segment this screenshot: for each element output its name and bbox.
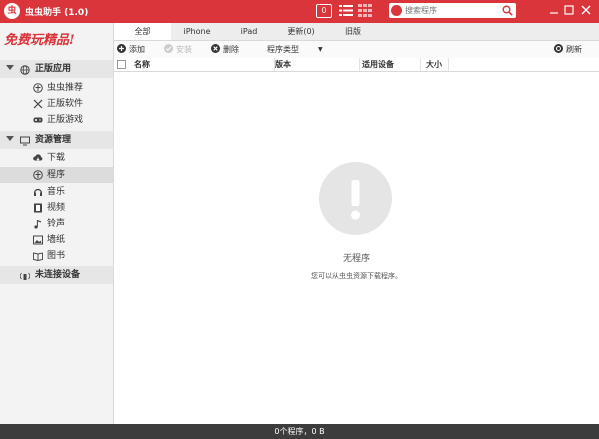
search-input[interactable]: [405, 4, 497, 16]
column-version[interactable]: 版本: [275, 58, 360, 71]
program-type-label: 程序类型: [267, 45, 299, 54]
empty-state-title: 无程序: [342, 254, 370, 264]
book-icon: [33, 251, 43, 261]
sidebar-item-ringtones[interactable]: 铃声: [0, 216, 113, 232]
add-button[interactable]: 添加: [117, 43, 145, 56]
list-view-icon[interactable]: [339, 4, 353, 17]
headphones-icon: [33, 187, 43, 197]
device-disconnected-icon: [19, 270, 31, 280]
table-header: 名称 版本 适用设备 大小: [114, 58, 599, 72]
tab-ipad[interactable]: iPad: [223, 23, 275, 40]
music-note-icon: [33, 219, 43, 229]
delete-x-icon: [211, 44, 220, 53]
plus-icon: [117, 44, 126, 53]
install-button[interactable]: 安装: [164, 43, 192, 56]
title-bar: 虫 虫虫助手 (1.0) 0: [0, 0, 599, 23]
picture-icon: [33, 235, 43, 245]
sidebar-item-label: 正版游戏: [47, 115, 84, 125]
sidebar-group-resources[interactable]: 资源管理: [0, 131, 113, 149]
sidebar-item-official-software[interactable]: 正版软件: [0, 96, 113, 112]
sidebar-item-label: 虫虫推荐: [47, 83, 84, 93]
tab-old-versions[interactable]: 旧版: [327, 23, 379, 40]
install-label: 安装: [176, 45, 192, 54]
sidebar-item-label: 正版软件: [47, 99, 84, 109]
sidebar-item-recommend[interactable]: 虫虫推荐: [0, 80, 113, 96]
sidebar-item-official-games[interactable]: 正版游戏: [0, 112, 113, 128]
delete-label: 删除: [223, 45, 239, 54]
sidebar-item-music[interactable]: 音乐: [0, 184, 113, 200]
sidebar-item-label: 程序: [47, 170, 66, 180]
tab-all[interactable]: 全部: [114, 23, 171, 40]
sidebar: 免费玩精品! 正版应用 虫虫推荐 正版软件 正版游戏 资源管理 下载 程序 音乐: [0, 23, 114, 424]
globe-icon: [20, 64, 30, 75]
sidebar-item-label: 铃声: [47, 219, 66, 229]
column-size[interactable]: 大小: [426, 58, 449, 71]
toolbar: 添加 安装 删除 程序类型 ▼ 刷新: [114, 41, 599, 58]
collapse-caret-icon: [6, 65, 14, 70]
tab-bar: 全部 iPhone iPad 更新(0) 旧版: [114, 23, 599, 41]
cloud-download-icon: [33, 153, 43, 163]
sidebar-item-wallpapers[interactable]: 墙纸: [0, 232, 113, 248]
tab-updates[interactable]: 更新(0): [275, 23, 327, 40]
empty-state-icon: [319, 162, 392, 235]
film-icon: [33, 203, 43, 213]
app-title: 虫虫助手 (1.0): [25, 8, 89, 18]
gamepad-icon: [33, 115, 43, 125]
close-icon[interactable]: [579, 3, 593, 17]
chongchong-logo-icon: [33, 83, 43, 93]
refresh-icon: [554, 44, 563, 53]
empty-state-subtitle: 您可以从虫虫资源下载程序。: [311, 272, 402, 280]
app-logo: 虫: [4, 3, 20, 19]
refresh-label: 刷新: [566, 45, 582, 54]
sidebar-item-books[interactable]: 图书: [0, 248, 113, 264]
tab-iphone[interactable]: iPhone: [171, 23, 223, 40]
sidebar-group-label: 资源管理: [35, 135, 72, 145]
refresh-button[interactable]: 刷新: [554, 43, 582, 56]
mail-badge[interactable]: 0: [316, 4, 332, 18]
minimize-icon[interactable]: [547, 3, 561, 17]
column-name[interactable]: 名称: [132, 58, 275, 71]
collapse-caret-icon: [6, 136, 14, 141]
chevron-down-icon: ▼: [318, 46, 323, 53]
delete-button[interactable]: 删除: [211, 43, 239, 56]
sidebar-item-programs[interactable]: 程序: [0, 167, 113, 183]
grid-view-icon[interactable]: [358, 4, 372, 17]
sidebar-item-downloads[interactable]: 下载: [0, 150, 113, 166]
add-label: 添加: [129, 45, 145, 54]
sidebar-item-label: 下载: [47, 153, 66, 163]
sidebar-group-label: 正版应用: [35, 64, 72, 74]
program-type-dropdown[interactable]: 程序类型 ▼: [267, 43, 325, 56]
promo-banner[interactable]: 免费玩精品!: [4, 29, 75, 48]
sidebar-group-official-apps[interactable]: 正版应用: [0, 60, 113, 78]
search-logo-icon: [391, 5, 402, 16]
sidebar-group-label: 未连接设备: [35, 270, 81, 280]
tools-icon: [33, 99, 43, 109]
maximize-icon[interactable]: [562, 3, 576, 17]
check-icon: [164, 44, 173, 53]
chongchong-logo-icon: [33, 170, 43, 180]
sidebar-item-label: 图书: [47, 251, 66, 261]
monitor-icon: [20, 135, 30, 146]
sidebar-item-label: 视频: [47, 203, 66, 213]
sidebar-item-label: 墙纸: [47, 235, 66, 245]
search-icon[interactable]: [502, 5, 513, 16]
search-box: [389, 3, 516, 18]
column-device[interactable]: 适用设备: [362, 58, 421, 71]
sidebar-group-device[interactable]: 未连接设备: [0, 266, 113, 284]
sidebar-item-videos[interactable]: 视频: [0, 200, 113, 216]
select-all-checkbox[interactable]: [117, 60, 126, 69]
sidebar-item-label: 音乐: [47, 187, 66, 197]
status-bar: 0个程序，0 B: [0, 424, 599, 439]
